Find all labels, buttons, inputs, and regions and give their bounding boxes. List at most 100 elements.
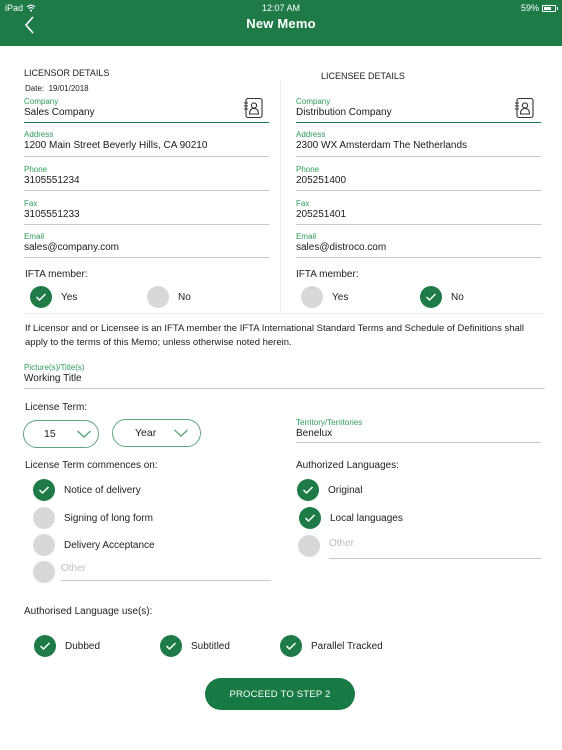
- field-label: Territory/Territories: [296, 418, 363, 427]
- field-value: 3105551233: [24, 209, 80, 220]
- dropdown-value: 15: [44, 428, 56, 440]
- checkmark-icon: [38, 486, 50, 495]
- field-value: 3105551234: [24, 175, 80, 186]
- checkmark-icon: [302, 486, 314, 495]
- checkbox-checked: [34, 635, 56, 657]
- licensor-contacts-button[interactable]: [242, 97, 264, 119]
- field-value: Sales Company: [24, 107, 95, 118]
- commences-option[interactable]: Notice of delivery: [33, 479, 141, 501]
- checkbox-checked: [299, 507, 321, 529]
- language-use-option[interactable]: Parallel Tracked: [280, 635, 383, 657]
- checkbox-unchecked: [301, 286, 323, 308]
- battery-percent: 59%: [520, 3, 539, 13]
- field-value: 2300 WX Amsterdam The Netherlands: [296, 140, 468, 151]
- territory-field[interactable]: Territory/Territories Benelux: [296, 418, 541, 443]
- licensee-ifta-no[interactable]: No: [420, 286, 464, 308]
- field-label: Phone: [24, 165, 48, 174]
- option-label: Yes: [332, 291, 349, 303]
- licensee-address-field[interactable]: Address 2300 WX Amsterdam The Netherland…: [296, 130, 541, 157]
- licensee-ifta-label: IFTA member:: [296, 269, 359, 280]
- licensor-company-field[interactable]: Company Sales Company: [24, 97, 269, 123]
- picture-title-field[interactable]: Picture(s)/Title(s) Working Title: [24, 363, 545, 389]
- checkbox-unchecked: [33, 507, 55, 529]
- license-term-number-dropdown[interactable]: 15: [23, 420, 99, 448]
- option-label: Delivery Acceptance: [64, 539, 155, 551]
- commences-other-checkbox[interactable]: [33, 561, 55, 583]
- status-time: 12:07 AM: [261, 3, 301, 13]
- field-label: Company: [296, 97, 331, 106]
- license-term-unit-dropdown[interactable]: Year: [112, 419, 201, 447]
- field-value: sales@company.com: [24, 242, 119, 253]
- chevron-down-icon: [174, 429, 188, 437]
- field-value: 205251401: [296, 209, 347, 220]
- languages-other-checkbox[interactable]: [298, 535, 320, 557]
- checkmark-icon: [35, 293, 47, 302]
- licensee-contacts-button[interactable]: [513, 97, 535, 119]
- commences-other-input[interactable]: Other: [61, 561, 271, 581]
- page-title: New Memo: [246, 16, 316, 31]
- option-label: No: [451, 291, 464, 303]
- field-value: 205251400: [296, 175, 347, 186]
- checkbox-unchecked: [147, 286, 169, 308]
- language-option[interactable]: Original: [297, 479, 362, 501]
- field-value: Working Title: [24, 373, 82, 384]
- languages-other-input[interactable]: Other: [329, 535, 541, 559]
- option-label: Parallel Tracked: [311, 640, 383, 652]
- checkbox-checked: [30, 286, 52, 308]
- languages-label: Authorized Languages:: [296, 460, 399, 471]
- proceed-button[interactable]: PROCEED TO STEP 2: [205, 678, 355, 710]
- language-use-label: Authorised Language use(s):: [24, 606, 153, 617]
- option-label: Yes: [61, 291, 78, 303]
- commences-option[interactable]: Signing of long form: [33, 507, 153, 529]
- licensee-fax-field[interactable]: Fax 205251401: [296, 199, 541, 225]
- language-option[interactable]: Local languages: [299, 507, 403, 529]
- status-battery: 59%: [520, 3, 558, 13]
- field-label: Email: [296, 232, 317, 241]
- licensor-email-field[interactable]: Email sales@company.com: [24, 232, 269, 258]
- license-term-label: License Term:: [25, 402, 88, 413]
- commences-option[interactable]: Delivery Acceptance: [33, 534, 155, 556]
- option-label: Original: [328, 484, 363, 496]
- option-label: Dubbed: [65, 640, 101, 652]
- checkbox-checked: [160, 635, 182, 657]
- checkmark-icon: [39, 642, 51, 651]
- checkmark-icon: [285, 642, 297, 651]
- checkbox-checked: [420, 286, 442, 308]
- chevron-down-icon: [77, 430, 91, 438]
- field-value: Distribution Company: [296, 107, 392, 118]
- checkbox-checked: [297, 479, 319, 501]
- licensor-ifta-no[interactable]: No: [147, 286, 191, 308]
- licensee-email-field[interactable]: Email sales@distroco.com: [296, 232, 541, 258]
- field-label: Picture(s)/Title(s): [24, 363, 85, 372]
- licensor-address-field[interactable]: Address 1200 Main Street Beverly Hills, …: [24, 130, 269, 157]
- field-label: Company: [24, 97, 59, 106]
- navigation-bar: iPad 12:07 AM 59% New Memo: [0, 0, 562, 46]
- ifta-notice: If Licensor and or Licensee is an IFTA m…: [25, 323, 525, 348]
- field-label: Address: [24, 130, 54, 139]
- field-value: 1200 Main Street Beverly Hills, CA 90210: [24, 140, 208, 151]
- checkbox-unchecked: [33, 534, 55, 556]
- licensor-ifta-yes[interactable]: Yes: [30, 286, 77, 308]
- option-label: Notice of delivery: [64, 484, 141, 496]
- licensee-company-field[interactable]: Company Distribution Company: [296, 97, 541, 123]
- field-value: Benelux: [296, 428, 333, 439]
- licensor-heading: LICENSOR DETAILS: [24, 68, 110, 78]
- option-label: Subtitled: [191, 640, 230, 652]
- address-book-icon: [515, 97, 534, 119]
- licensee-phone-field[interactable]: Phone 205251400: [296, 165, 541, 191]
- language-use-option[interactable]: Dubbed: [34, 635, 100, 657]
- date-label: Date:: [25, 84, 45, 93]
- field-label: Email: [24, 232, 45, 241]
- other-placeholder: Other: [329, 538, 355, 549]
- field-label: Fax: [24, 199, 38, 208]
- checkbox-unchecked: [33, 561, 55, 583]
- checkbox-checked: [280, 635, 302, 657]
- address-book-icon: [244, 97, 263, 119]
- licensor-phone-field[interactable]: Phone 3105551234: [24, 165, 269, 191]
- licensee-ifta-yes[interactable]: Yes: [301, 286, 348, 308]
- licensor-fax-field[interactable]: Fax 3105551233: [24, 199, 269, 225]
- dropdown-value: Year: [135, 427, 157, 439]
- field-value: sales@distroco.com: [296, 242, 387, 253]
- field-label: Phone: [296, 165, 320, 174]
- language-use-option[interactable]: Subtitled: [160, 635, 230, 657]
